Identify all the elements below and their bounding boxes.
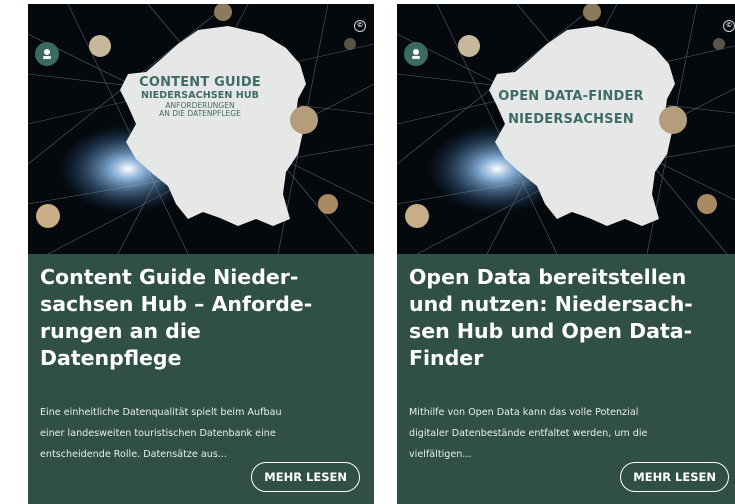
map-illustration xyxy=(28,4,374,254)
card-description: Mithilfe von Open Data kann das volle Po… xyxy=(409,407,648,460)
hub-logo-icon xyxy=(404,42,428,66)
hub-logo-glyph xyxy=(412,49,420,59)
map-illustration xyxy=(397,4,735,254)
copyright-icon: © xyxy=(723,20,735,32)
article-card[interactable]: © CONTENT GUIDE NIEDERSACHSEN HUB ANFORD… xyxy=(28,4,374,504)
hub-logo-glyph xyxy=(43,49,51,59)
read-more-button[interactable]: MEHR LESEN xyxy=(251,462,360,492)
card-description: Eine einheitliche Datenqualität spielt b… xyxy=(40,407,282,460)
article-card[interactable]: © OPEN DATA-FINDER NIEDERSACHSEN Open Da… xyxy=(397,4,735,504)
map-label-line: OPEN DATA-FINDER xyxy=(498,89,644,104)
card-title[interactable]: Open Data bereitstellen und nutzen: Nied… xyxy=(409,264,735,372)
map-label-line: CONTENT GUIDE xyxy=(139,75,261,90)
hub-logo-icon xyxy=(35,42,59,66)
card-image[interactable]: © CONTENT GUIDE NIEDERSACHSEN HUB ANFORD… xyxy=(28,4,374,254)
copyright-icon: © xyxy=(354,20,366,32)
map-label: CONTENT GUIDE NIEDERSACHSEN HUB ANFORDER… xyxy=(112,75,288,119)
read-more-button[interactable]: MEHR LESEN xyxy=(620,462,729,492)
card-image[interactable]: © OPEN DATA-FINDER NIEDERSACHSEN xyxy=(397,4,735,254)
map-label-line: NIEDERSACHSEN xyxy=(508,111,634,127)
map-label: OPEN DATA-FINDER NIEDERSACHSEN xyxy=(481,89,661,128)
card-title[interactable]: Content Guide Nieder- sachsen Hub – Anfo… xyxy=(40,264,370,372)
map-label-line: AN DIE DATENPFLEGE xyxy=(159,109,241,119)
